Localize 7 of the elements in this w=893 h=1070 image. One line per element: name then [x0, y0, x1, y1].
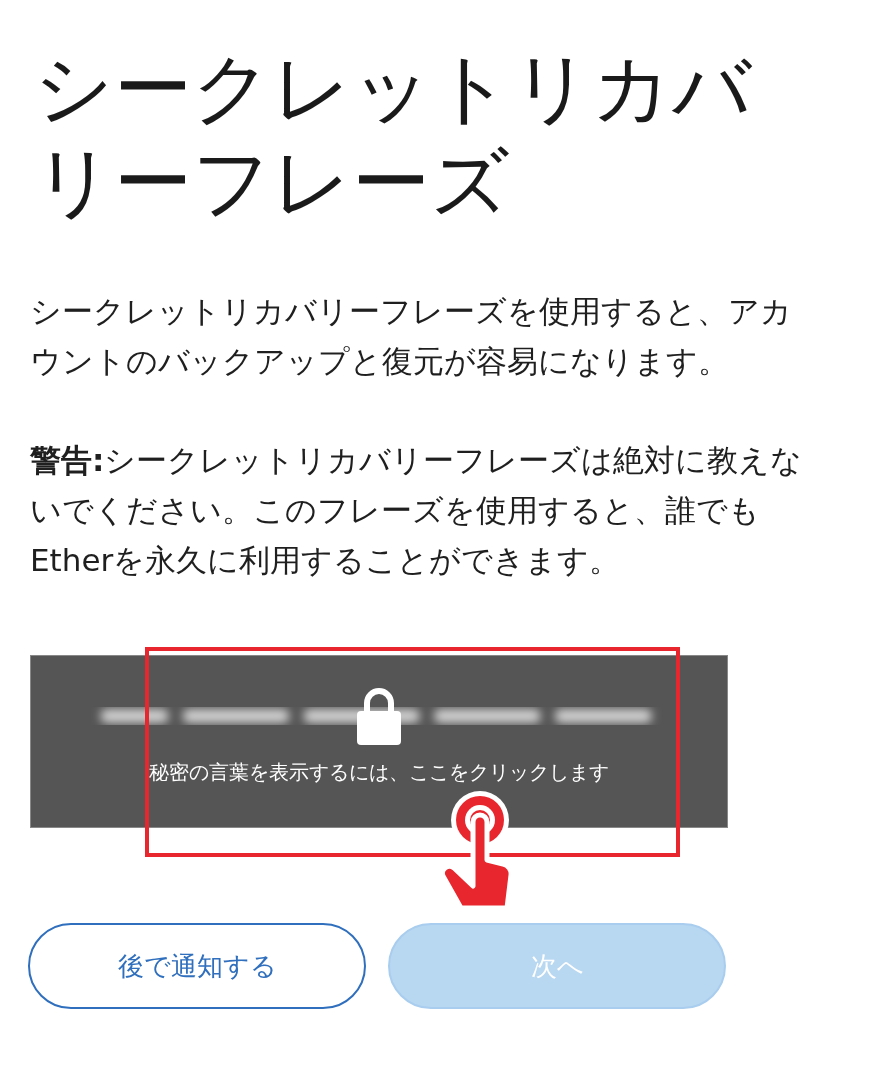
page-title: シークレットリカバリーフレーズ: [34, 42, 753, 229]
reveal-panel[interactable]: 秘密の言葉を表示するには、ここをクリックします: [30, 655, 728, 829]
body-paragraph: 警告:シークレットリカバリーフレーズは絶対に教えないでください。このフレーズを使用すると、誰でもEtherを永久に利用することができます。: [30, 441, 804, 580]
reveal-label: 秘密の言葉を表示するには、ここをクリックします: [149, 759, 609, 787]
action-button[interactable]: 後で通知する: [28, 923, 366, 1010]
body-paragraph: シークレットリカバリーフレーズを使用すると、アカウントのバックアップと復元が容易になります。: [30, 292, 793, 381]
lock-icon: [355, 687, 403, 746]
